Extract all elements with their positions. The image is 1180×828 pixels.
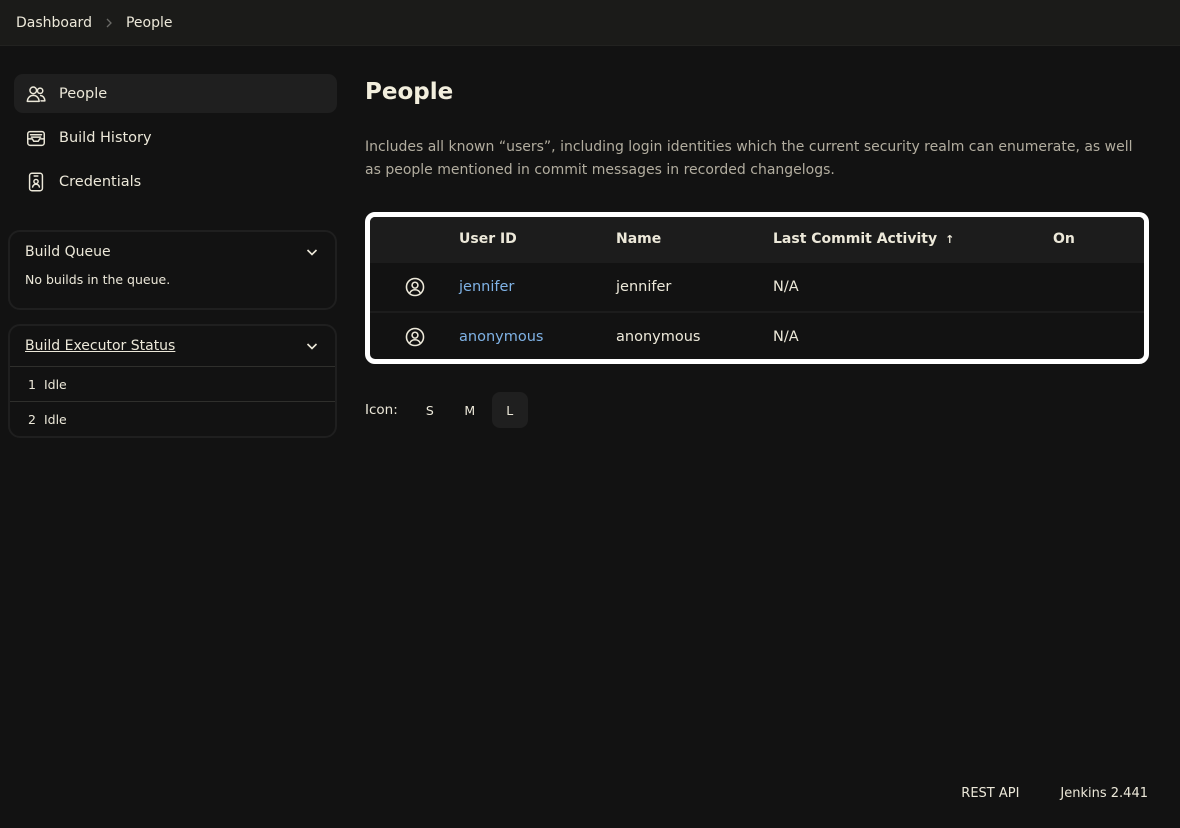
chevron-right-icon xyxy=(104,18,114,28)
sidebar-item-label: Build History xyxy=(59,129,152,146)
footer: REST API Jenkins 2.441 xyxy=(961,786,1148,801)
build-queue-header[interactable]: Build Queue xyxy=(10,232,335,272)
sidebar-nav: People Build History Credentials xyxy=(14,74,337,206)
executor-status-header: Build Executor Status xyxy=(10,326,335,366)
icon-size-s-button[interactable]: S xyxy=(412,392,448,428)
header-last-commit-label: Last Commit Activity xyxy=(773,231,938,247)
chevron-down-icon[interactable] xyxy=(305,339,319,353)
build-queue-title: Build Queue xyxy=(25,244,111,260)
table-header: User ID Name Last Commit Activity ↑ On xyxy=(370,217,1144,261)
breadcrumb-people[interactable]: People xyxy=(126,15,173,31)
id-badge-icon xyxy=(25,171,47,193)
sidebar-item-label: Credentials xyxy=(59,173,142,190)
last-commit: N/A xyxy=(773,329,799,345)
page-title: People xyxy=(365,79,454,105)
table-row: jennifer jennifer N/A xyxy=(370,261,1144,311)
executor-state: Idle xyxy=(43,411,67,427)
icon-size-label: Icon: xyxy=(365,402,398,418)
sidebar-item-build-history[interactable]: Build History xyxy=(14,118,337,157)
user-id-link[interactable]: anonymous xyxy=(459,329,543,345)
sort-arrow-icon: ↑ xyxy=(945,233,955,246)
icon-size-selector: Icon: S M L xyxy=(365,392,528,428)
rest-api-link[interactable]: REST API xyxy=(961,786,1019,801)
user-name: anonymous xyxy=(616,329,701,345)
chevron-down-icon[interactable] xyxy=(305,245,319,259)
inbox-icon xyxy=(25,127,47,149)
executor-status-link[interactable]: Build Executor Status xyxy=(25,338,175,354)
page-description: Includes all known “users”, including lo… xyxy=(365,139,1133,178)
build-queue-empty: No builds in the queue. xyxy=(25,272,171,287)
main-content: People Includes all known “users”, inclu… xyxy=(365,74,1149,428)
people-icon xyxy=(25,83,47,105)
breadcrumb-dashboard[interactable]: Dashboard xyxy=(16,15,92,31)
executor-status-panel: Build Executor Status 1 Idle 2 Idle xyxy=(8,324,337,438)
header-name[interactable]: Name xyxy=(616,231,773,247)
user-name: jennifer xyxy=(616,279,672,295)
user-avatar-icon xyxy=(405,327,424,347)
executor-number: 1 xyxy=(28,376,36,392)
header-user-id[interactable]: User ID xyxy=(459,231,616,247)
executor-state: Idle xyxy=(43,376,67,392)
icon-size-m-button[interactable]: M xyxy=(452,392,488,428)
table-row: anonymous anonymous N/A xyxy=(370,311,1144,359)
header-last-commit[interactable]: Last Commit Activity ↑ xyxy=(773,231,1053,247)
executor-row: 1 Idle xyxy=(10,366,335,401)
icon-size-l-button[interactable]: L xyxy=(491,392,528,428)
header-on[interactable]: On xyxy=(1053,231,1143,247)
executor-row: 2 Idle xyxy=(10,401,335,436)
last-commit: N/A xyxy=(773,279,799,295)
build-queue-panel: Build Queue No builds in the queue. xyxy=(8,230,337,310)
user-id-link[interactable]: jennifer xyxy=(459,279,514,295)
sidebar-item-label: People xyxy=(59,85,108,102)
sidebar-item-people[interactable]: People xyxy=(14,74,337,113)
breadcrumb-bar: Dashboard People xyxy=(0,0,1180,46)
jenkins-version-link[interactable]: Jenkins 2.441 xyxy=(1060,786,1148,801)
user-avatar-icon xyxy=(405,277,424,297)
people-table: User ID Name Last Commit Activity ↑ On je… xyxy=(365,212,1149,364)
executor-number: 2 xyxy=(28,411,36,427)
sidebar-item-credentials[interactable]: Credentials xyxy=(14,162,337,201)
